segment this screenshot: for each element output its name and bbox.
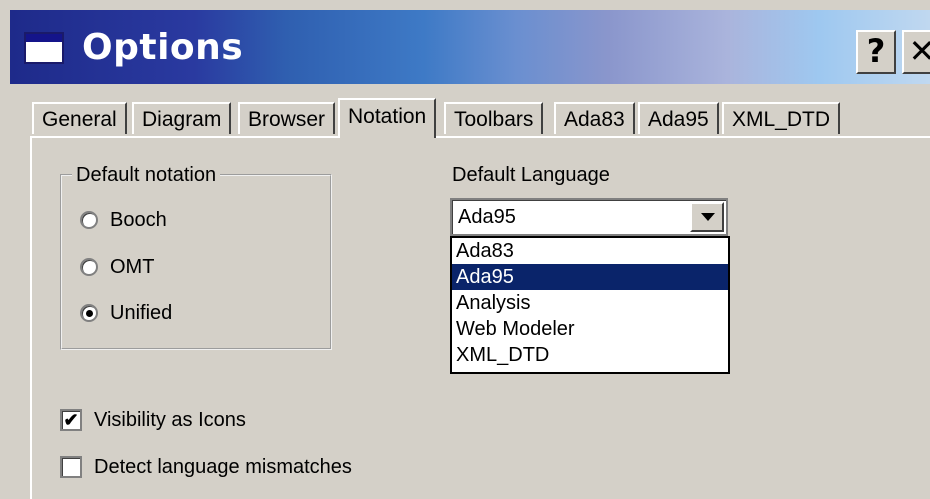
tab-xml-dtd[interactable]: XML_DTD: [722, 102, 841, 134]
tab-browser[interactable]: Browser: [238, 102, 336, 134]
checkbox-visibility-box[interactable]: ✔: [60, 409, 82, 431]
title-bar[interactable]: Options ? ✕: [10, 10, 930, 84]
default-language-select[interactable]: Ada95: [450, 198, 728, 236]
dropdown-option-ada95[interactable]: Ada95: [452, 264, 728, 290]
radio-booch-label: Booch: [110, 208, 167, 231]
tab-toolbars[interactable]: Toolbars: [444, 102, 544, 134]
tab-general[interactable]: General: [32, 102, 127, 134]
language-dropdown-list: Ada83 Ada95 Analysis Web Modeler XML_DTD: [450, 236, 730, 374]
dropdown-button[interactable]: [690, 202, 724, 232]
radio-booch-button[interactable]: [80, 211, 98, 229]
default-language-value: Ada95: [458, 206, 516, 228]
notation-group-label: Default notation: [72, 164, 221, 187]
dropdown-option-analysis[interactable]: Analysis: [452, 290, 728, 316]
radio-unified[interactable]: Unified: [80, 300, 172, 326]
radio-unified-button[interactable]: [80, 304, 98, 322]
tab-diagram[interactable]: Diagram: [132, 102, 232, 134]
checkbox-visibility-label: Visibility as Icons: [94, 408, 246, 431]
dropdown-option-xml-dtd[interactable]: XML_DTD: [452, 342, 728, 368]
checkbox-visibility-as-icons[interactable]: ✔ Visibility as Icons: [60, 406, 246, 434]
dropdown-option-ada83[interactable]: Ada83: [452, 238, 728, 264]
radio-omt[interactable]: OMT: [80, 254, 154, 280]
radio-omt-button[interactable]: [80, 258, 98, 276]
chevron-down-icon: [701, 213, 715, 221]
window-title: Options: [82, 27, 244, 68]
help-button[interactable]: ?: [856, 30, 896, 74]
close-button[interactable]: ✕: [902, 30, 930, 74]
tab-strip: General Diagram Browser Notation Toolbar…: [32, 98, 930, 138]
dropdown-option-web-modeler[interactable]: Web Modeler: [452, 316, 728, 342]
checkbox-detect-language-mismatches[interactable]: Detect language mismatches: [60, 453, 352, 481]
radio-unified-label: Unified: [110, 301, 173, 324]
tab-ada95[interactable]: Ada95: [638, 102, 719, 134]
radio-booch[interactable]: Booch: [80, 207, 167, 233]
default-language-label: Default Language: [452, 164, 610, 186]
window-icon: [24, 32, 64, 64]
tab-ada83[interactable]: Ada83: [554, 102, 635, 134]
tab-notation[interactable]: Notation: [338, 98, 437, 138]
radio-omt-label: OMT: [110, 255, 155, 278]
checkbox-detect-label: Detect language mismatches: [94, 455, 352, 478]
checkbox-detect-box[interactable]: [60, 456, 82, 478]
